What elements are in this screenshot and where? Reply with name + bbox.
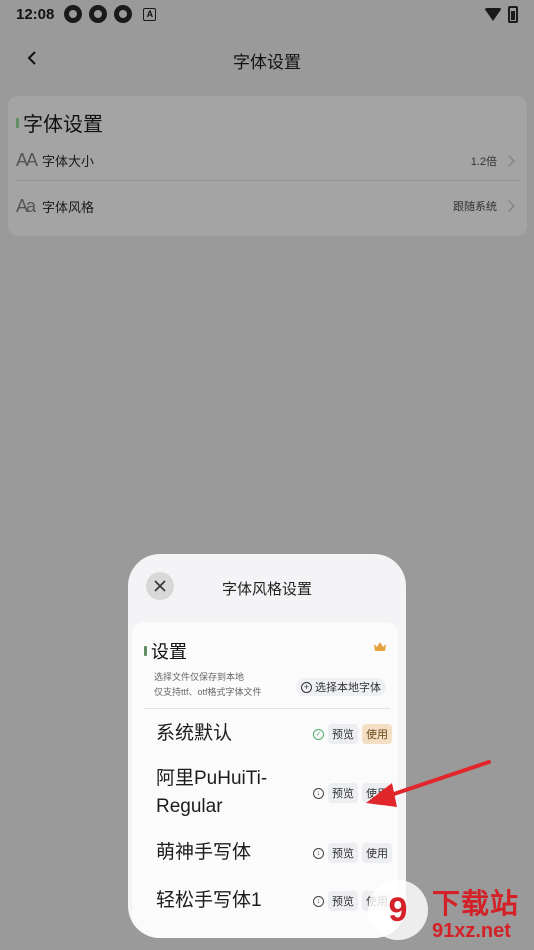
chevron-right-icon (503, 154, 515, 167)
preview-button[interactable]: 预览 (328, 783, 358, 803)
font-name: 轻松手写体1 (156, 890, 262, 911)
app-header: 字体设置 (0, 40, 534, 80)
chevron-left-icon (27, 51, 36, 65)
section-heading-label: 字体设置 (23, 114, 103, 136)
plus-icon: + (301, 681, 312, 693)
preview-button[interactable]: 预览 (328, 891, 358, 911)
wifi-icon (484, 7, 502, 21)
font-style-label: 字体风格 (42, 199, 95, 215)
sheet-title: 字体风格设置 (221, 581, 312, 598)
font-name: 萌神手写体 (156, 842, 252, 863)
app-notification-icon (89, 5, 108, 23)
select-local-font-button[interactable]: + 选择本地字体 (296, 678, 386, 696)
format-note: 仅支持ttf、otf格式字体文件 (154, 687, 262, 697)
font-name: 系统默认 (156, 723, 233, 744)
watermark-url: 91xz.net (432, 920, 511, 942)
font-style-row[interactable]: Aa 字体风格 跟随系统 (16, 186, 519, 226)
select-local-font-label: 选择本地字体 (315, 682, 381, 694)
app-notification-icon (114, 5, 133, 23)
site-watermark: 9 下载站 91xz.net (366, 880, 534, 950)
font-size-row[interactable]: AA 字体大小 1.2倍 (16, 141, 519, 181)
a-notification-icon: A (143, 7, 157, 21)
accent-bar (144, 646, 147, 656)
font-item: 阿里PuHuiTi-Regular ↓ 预览 使用 (156, 765, 392, 821)
font-list-card: 设置 选择文件仅保存到本地 仅支持ttf、otf格式字体文件 + 选择本地字体 … (132, 622, 398, 938)
font-size-icon: AA (16, 150, 38, 170)
storage-note: 选择文件仅保存到本地 (154, 672, 245, 682)
divider (144, 708, 390, 709)
font-name: 阿里PuHuiTi-Regular (156, 768, 268, 817)
font-item: 萌神手写体 ↓ 预览 使用 (156, 839, 392, 867)
app-notification-icon (64, 5, 83, 23)
font-style-value: 跟随系统 (453, 201, 497, 213)
download-icon[interactable]: ↓ (313, 787, 324, 799)
font-size-value: 1.2倍 (470, 155, 497, 168)
download-icon[interactable]: ↓ (313, 847, 324, 859)
accent-bar (16, 117, 19, 128)
font-item: 轻松手写体1 ↓ 预览 使用 (156, 887, 392, 915)
crown-icon (374, 642, 386, 651)
watermark-brand: 下载站 (432, 888, 520, 919)
back-button[interactable] (20, 46, 44, 70)
battery-icon (508, 5, 518, 23)
use-button[interactable]: 使用 (362, 724, 392, 744)
preview-button[interactable]: 预览 (328, 724, 358, 744)
card-heading-label: 设置 (151, 642, 187, 662)
section-heading: 字体设置 (16, 108, 103, 137)
font-size-label: 字体大小 (42, 154, 95, 169)
card-heading: 设置 (144, 638, 187, 664)
status-bar: 12:08 A (0, 0, 534, 28)
font-style-icon: Aa (16, 195, 36, 216)
status-time: 12:08 (16, 5, 55, 23)
font-style-sheet: 字体风格设置 设置 选择文件仅保存到本地 仅支持ttf、otf格式字体文件 + … (128, 554, 406, 938)
font-settings-card: 字体设置 AA 字体大小 1.2倍 Aa 字体风格 跟随系统 (8, 96, 527, 236)
download-icon[interactable]: ↓ (313, 895, 324, 907)
check-icon: ✓ (313, 728, 324, 740)
page-title: 字体设置 (233, 52, 301, 72)
use-button[interactable]: 使用 (362, 783, 392, 803)
watermark-logo-icon: 9 (368, 880, 428, 940)
chevron-right-icon (503, 200, 515, 212)
preview-button[interactable]: 预览 (328, 843, 358, 863)
font-item: 系统默认 ✓ 预览 使用 (156, 720, 392, 748)
use-button[interactable]: 使用 (362, 843, 392, 863)
